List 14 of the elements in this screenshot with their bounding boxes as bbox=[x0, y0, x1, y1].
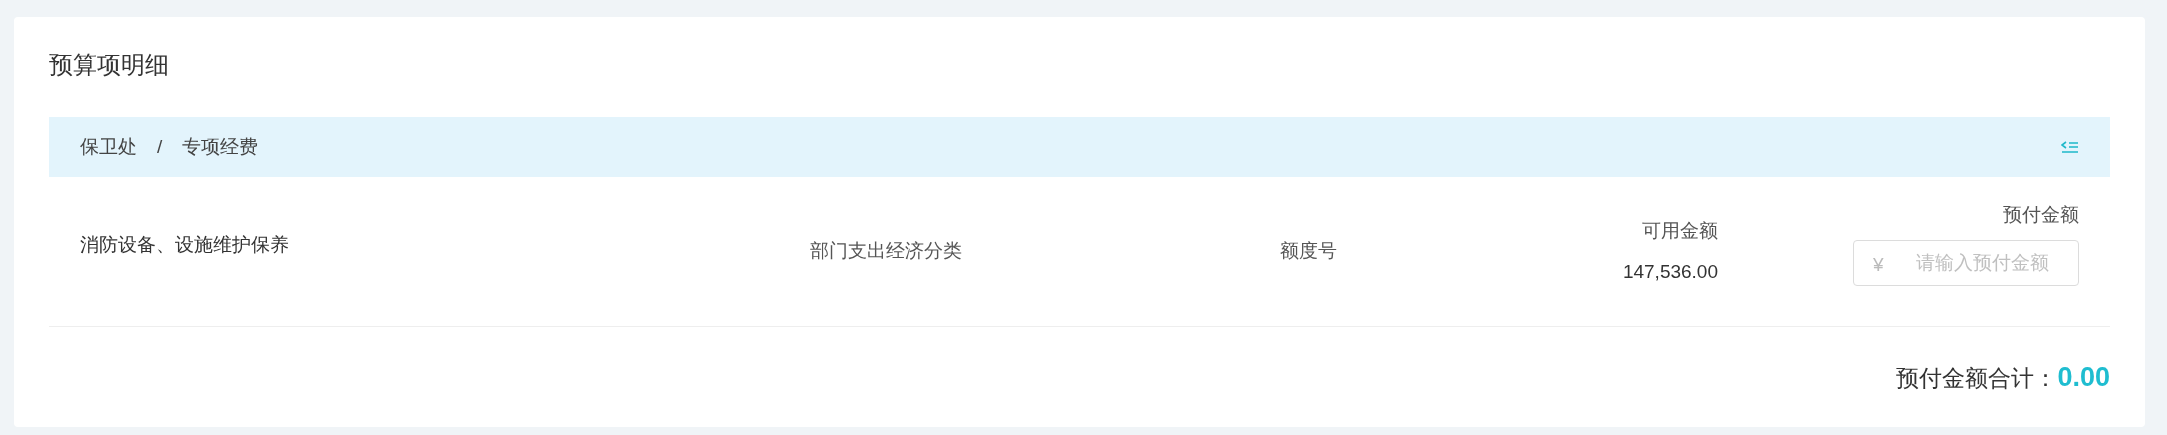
breadcrumb-item[interactable]: 专项经费 bbox=[182, 132, 259, 162]
total-value: 0.00 bbox=[2057, 361, 2110, 394]
collapse-list-icon[interactable] bbox=[2061, 140, 2079, 154]
category-label: 部门支出经济分类 bbox=[810, 240, 962, 261]
prepay-label: 预付金额 bbox=[2003, 203, 2079, 227]
breadcrumb-item[interactable]: 保卫处 bbox=[80, 132, 137, 162]
available-label: 可用金额 bbox=[1642, 219, 1718, 243]
available-amount: 147,536.00 bbox=[1622, 259, 1718, 284]
section-title: 预算项明细 bbox=[49, 50, 170, 80]
item-name: 消防设备、设施维护保养 bbox=[80, 234, 289, 255]
breadcrumb-separator: / bbox=[157, 134, 163, 159]
total-label: 预付金额合计： bbox=[1896, 364, 2058, 393]
currency-symbol: ¥ bbox=[1873, 252, 1884, 277]
quota-label: 额度号 bbox=[1280, 240, 1337, 261]
